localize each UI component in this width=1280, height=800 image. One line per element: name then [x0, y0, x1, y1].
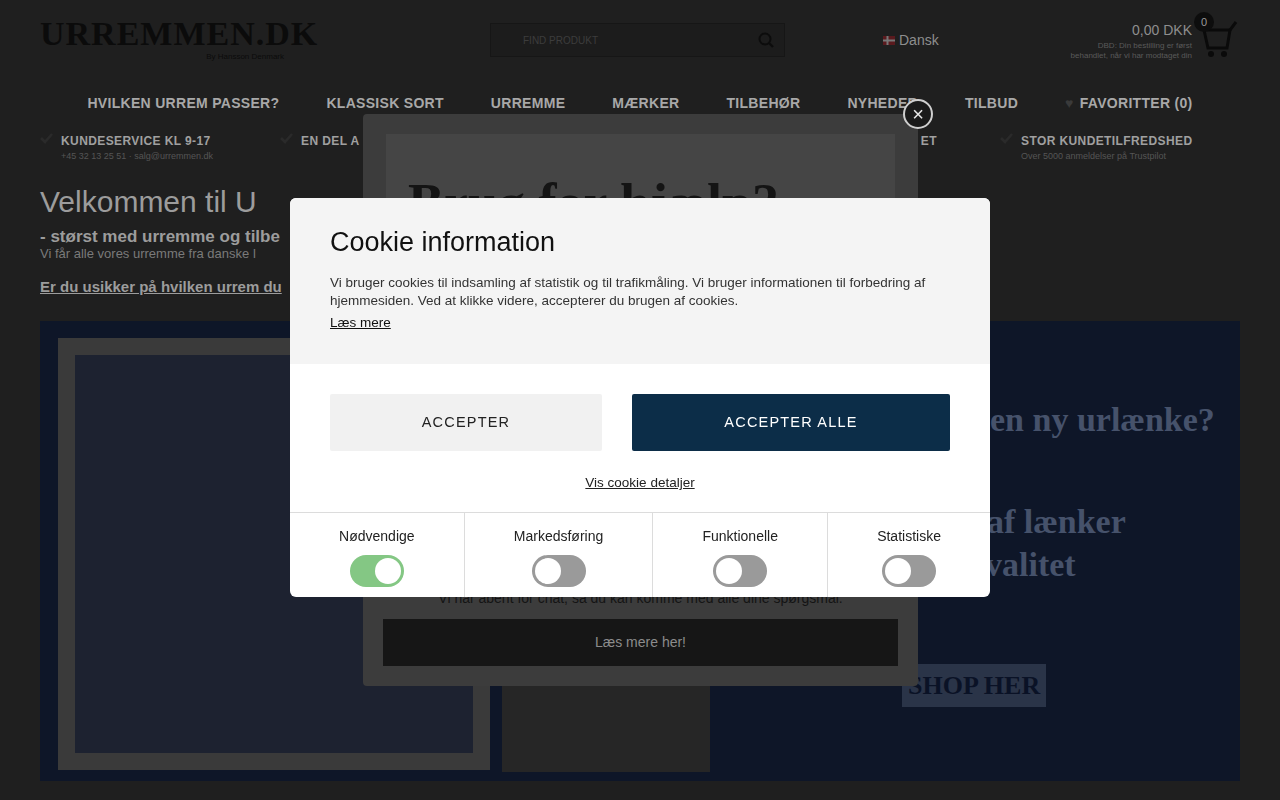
language-label: Dansk: [899, 30, 939, 51]
category-toggle[interactable]: [532, 555, 586, 587]
usp-title: KUNDESERVICE KL 9-17: [61, 132, 213, 150]
usp-text: ET: [921, 132, 937, 164]
shop-button[interactable]: SHOP HER: [902, 664, 1046, 707]
category-toggle[interactable]: [713, 555, 767, 587]
toggle-knob: [716, 558, 742, 584]
nav-item[interactable]: HVILKEN URREM PASSER?: [87, 93, 279, 114]
search-icon: [758, 32, 774, 48]
cookie-category: Funktionelle: [653, 513, 828, 597]
cart-amount: 0,00 DKK: [1067, 20, 1192, 41]
usp-text: STOR KUNDETILFREDSHEDOver 5000 anmeldels…: [1021, 132, 1193, 164]
category-label: Funktionelle: [661, 526, 819, 547]
nav-label: FAVORITTER (0): [1080, 93, 1193, 114]
check-icon: [1000, 132, 1013, 144]
cookie-dialog: Cookie information Vi bruger cookies til …: [290, 198, 990, 597]
logo[interactable]: URREMMEN.DKBy Hansson Denmark: [40, 17, 290, 63]
cookie-details-link[interactable]: Vis cookie detaljer: [585, 473, 694, 493]
nav-item[interactable]: TILBEHØR: [726, 93, 800, 114]
cookie-buttons: ACCEPTER ACCEPTER ALLE: [330, 394, 950, 451]
danish-flag-icon: [883, 36, 895, 45]
cookie-title: Cookie information: [330, 226, 950, 258]
check-icon: [40, 132, 53, 144]
logo-text: URREMMEN.DK: [40, 17, 290, 51]
toggle-knob: [375, 558, 401, 584]
category-label: Nødvendige: [298, 526, 456, 547]
nav-item[interactable]: TILBUD: [965, 93, 1018, 114]
cookie-text: Vi bruger cookies til indsamling af stat…: [330, 274, 950, 310]
usp-item: KUNDESERVICE KL 9-17+45 32 13 25 51 · sa…: [40, 132, 280, 164]
cookie-actions: ACCEPTER ACCEPTER ALLE Vis cookie detaljer: [290, 364, 990, 512]
cookie-categories: Nødvendige Markedsføring Funktionelle Stati…: [290, 512, 990, 597]
strap-guide-link[interactable]: Er du usikker på hvilken urrem du: [40, 276, 282, 299]
nav-label: KLASSISK SORT: [326, 93, 443, 114]
cart-note: DBD: Din bestilling er først behandlet, …: [1067, 41, 1192, 60]
cookie-info: Cookie information Vi bruger cookies til …: [290, 198, 990, 364]
search-box: [490, 23, 785, 57]
usp-text: EN DEL A: [301, 132, 360, 164]
cart-summary: 0,00 DKKDBD: Din bestilling er først beh…: [1067, 20, 1192, 60]
toggle-knob: [535, 558, 561, 584]
cookie-category: Markedsføring: [465, 513, 654, 597]
nav-label: MÆRKER: [612, 93, 679, 114]
heart-icon: ♥: [1065, 93, 1074, 114]
site-header: URREMMEN.DKBy Hansson Denmark Dansk 0,00 D…: [0, 0, 1280, 80]
usp-title: EN DEL A: [301, 132, 360, 150]
accept-all-button[interactable]: ACCEPTER ALLE: [632, 394, 950, 451]
nav-item[interactable]: KLASSISK SORT: [326, 93, 443, 114]
usp-item: STOR KUNDETILFREDSHEDOver 5000 anmeldels…: [1000, 132, 1240, 164]
nav-item[interactable]: MÆRKER: [612, 93, 679, 114]
toggle-knob: [885, 558, 911, 584]
cart[interactable]: 0,00 DKKDBD: Din bestilling er først beh…: [1067, 20, 1240, 60]
read-more-link[interactable]: Læs mere: [330, 315, 391, 330]
cookie-category: Statistiske: [828, 513, 990, 597]
search-input[interactable]: [521, 32, 758, 49]
category-label: Markedsføring: [473, 526, 645, 547]
usp-subtitle: +45 32 13 25 51 · salg@urremmen.dk: [61, 150, 213, 164]
category-label: Statistiske: [836, 526, 982, 547]
banner-line: en ny urlænke?: [990, 399, 1230, 442]
cart-icon-wrap: 0: [1200, 20, 1240, 60]
popup-close-button[interactable]: ×: [903, 99, 933, 129]
usp-title: STOR KUNDETILFREDSHED: [1021, 132, 1193, 150]
usp-subtitle: Over 5000 anmeldelser på Trustpilot: [1021, 150, 1193, 164]
cart-count-badge: 0: [1194, 12, 1214, 32]
nav-item[interactable]: ♥ FAVORITTER (0): [1065, 93, 1192, 114]
nav-label: HVILKEN URREM PASSER?: [87, 93, 279, 114]
usp-text: KUNDESERVICE KL 9-17+45 32 13 25 51 · sa…: [61, 132, 213, 164]
read-more-button[interactable]: Læs mere her!: [383, 619, 898, 666]
nav-label: URREMME: [491, 93, 565, 114]
accept-button[interactable]: ACCEPTER: [330, 394, 602, 451]
category-toggle[interactable]: [882, 555, 936, 587]
usp-title: ET: [921, 132, 937, 150]
language-selector[interactable]: Dansk: [883, 30, 939, 51]
logo-subtitle: By Hansson Denmark: [40, 51, 290, 63]
check-icon: [280, 132, 293, 144]
nav-label: TILBEHØR: [726, 93, 800, 114]
nav-item[interactable]: URREMME: [491, 93, 565, 114]
nav-label: TILBUD: [965, 93, 1018, 114]
cookie-category: Nødvendige: [290, 513, 465, 597]
category-toggle[interactable]: [350, 555, 404, 587]
